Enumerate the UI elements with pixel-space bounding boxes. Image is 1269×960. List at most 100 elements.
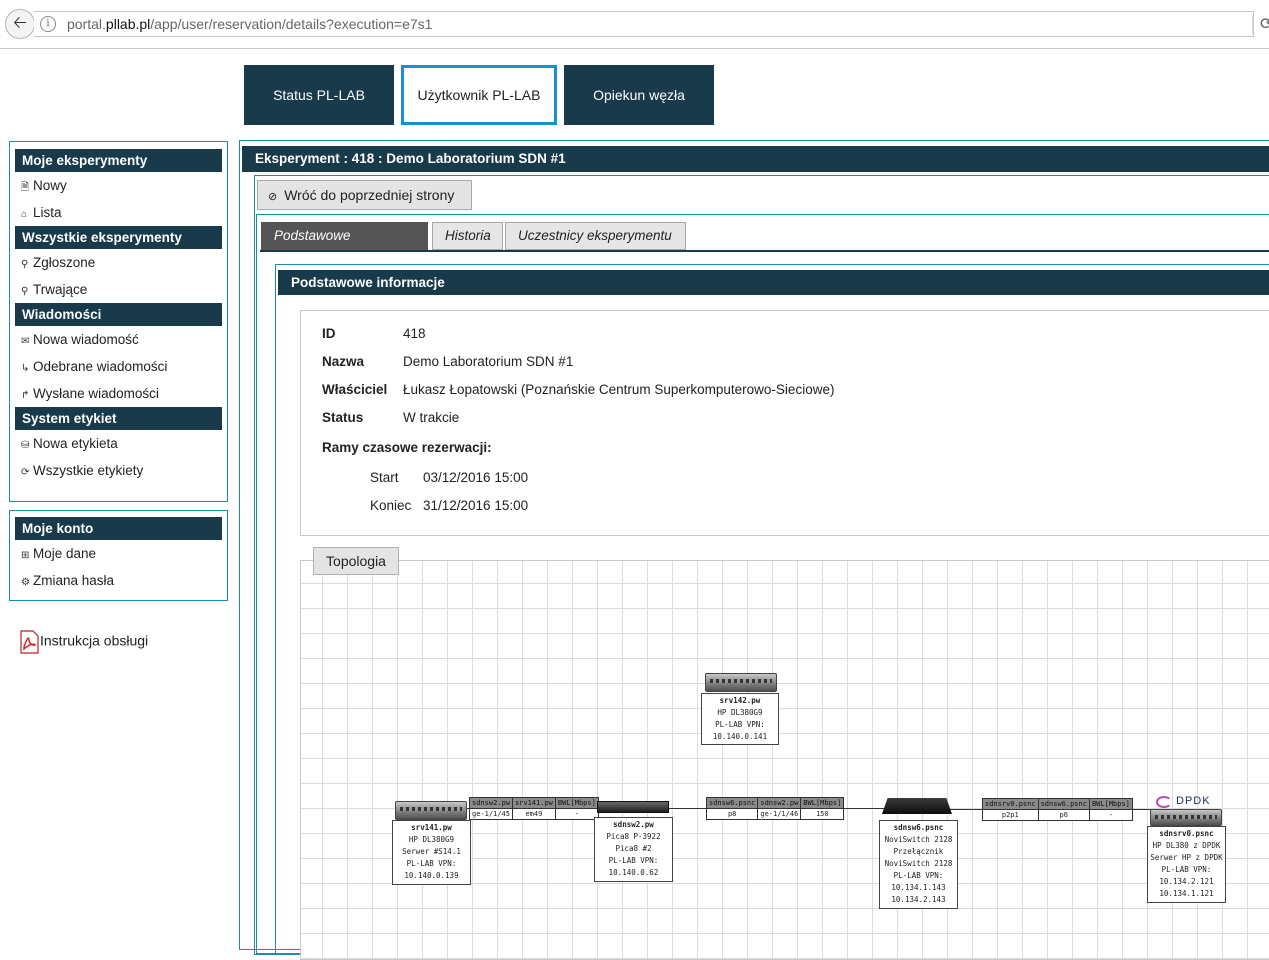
timeframe-label: Ramy czasowe rezerwacji: <box>322 440 492 455</box>
info-icon[interactable]: i <box>40 16 56 32</box>
card-icon: ⊞ <box>21 550 30 561</box>
node-line: 10.140.0.141 <box>712 732 768 741</box>
node-line: NoviSwitch 2128 <box>884 859 953 868</box>
node-name: srv142.pw <box>719 696 761 705</box>
sidebar-item-label: Nowy <box>33 178 67 193</box>
link-value: p6 <box>1037 809 1090 821</box>
node-line: Przełącznik <box>893 847 944 856</box>
sidebar-item-label: Trwające <box>33 282 88 297</box>
sidebar-heading-wszystkie-eksperymenty: Wszystkie eksperymenty <box>15 226 222 249</box>
node-line: 10.134.2.143 <box>891 895 946 904</box>
manual-link[interactable]: Instrukcja obsługi <box>18 630 148 654</box>
sidebar-item-wszystkie-etykiety[interactable]: ⟳ Wszystkie etykiety <box>10 457 227 484</box>
url-text: portal.pllab.pl/app/user/reservation/det… <box>67 16 433 32</box>
home-icon: ⌂ <box>21 209 28 220</box>
link-header: BWL[Mbps] <box>1088 798 1133 810</box>
sidebar-item-wyslane-wiadomosci[interactable]: ↱ Wysłane wiadomości <box>10 380 227 407</box>
owner-label: Właściciel <box>322 382 388 397</box>
sidebar-account-menu: Moje konto ⊞ Moje dane ⚙ Zmiana hasła <box>9 510 228 601</box>
sidebar-item-odebrane-wiadomosci[interactable]: ↳ Odebrane wiadomości <box>10 353 227 380</box>
sidebar-item-nowa-etykieta[interactable]: ⛁ Nowa etykieta <box>10 430 227 457</box>
node-line: HP DL380G9 <box>717 708 763 717</box>
sidebar-item-label: Zgłoszone <box>33 255 96 270</box>
link-header: sdnsrv0.psnc <box>982 798 1039 810</box>
server-icon[interactable] <box>395 801 467 820</box>
sidebar-item-nowy[interactable]: 🗎 Nowy <box>10 172 227 199</box>
tab-historia[interactable]: Historia <box>432 222 503 250</box>
node-line: NoviSwitch 2128 <box>884 835 953 844</box>
back-to-previous-button[interactable]: ⊘ Wróć do poprzedniej strony <box>257 180 472 210</box>
tab-opiekun-wezla[interactable]: Opiekun węzła <box>564 65 714 125</box>
sidebar-item-label: Nowa wiadomość <box>33 332 139 347</box>
link-header: sdnsw6.psnc <box>705 797 759 809</box>
node-name: sdnsrv0.psnc <box>1159 829 1214 838</box>
experiment-title: Eksperyment : 418 : Demo Laboratorium SD… <box>242 146 1269 172</box>
start-label: Start <box>370 470 399 485</box>
sidebar-item-lista[interactable]: ⌂ Lista <box>10 199 227 226</box>
node-sdnsw6[interactable]: sdnsw6.psnc NoviSwitch 2128 Przełącznik … <box>879 820 958 909</box>
sidebar-item-moje-dane[interactable]: ⊞ Moje dane <box>10 540 227 567</box>
link-header: BWL[Mbps] <box>800 797 845 809</box>
ban-icon: ⊘ <box>268 191 278 203</box>
envelope-icon: ✉ <box>21 336 30 347</box>
link-header: srv141.pw <box>511 797 556 809</box>
node-sdnsrv0[interactable]: sdnsrv0.psnc HP DL380 z DPDK Serwer HP z… <box>1147 826 1226 903</box>
node-name: sdnsw2.pw <box>613 820 654 829</box>
name-label: Nazwa <box>322 354 365 369</box>
node-sdnsw2[interactable]: sdnsw2.pw Pica8 P-3922 Pica8 #2 PL-LAB V… <box>594 817 673 882</box>
name-value: Demo Laboratorium SDN #1 <box>403 354 574 369</box>
switch-icon[interactable] <box>597 801 669 813</box>
sidebar-heading-moje-eksperymenty: Moje eksperymenty <box>15 149 222 172</box>
node-name: sdnsw6.psnc <box>893 823 944 832</box>
server-icon[interactable] <box>705 673 777 692</box>
search-icon: ⚲ <box>21 286 29 297</box>
address-bar[interactable]: i portal.pllab.pl/app/user/reservation/d… <box>34 11 1269 37</box>
switch-icon[interactable] <box>882 798 952 814</box>
sidebar-item-zgloszone[interactable]: ⚲ Zgłoszone <box>10 249 227 276</box>
node-line: Pica8 #2 <box>615 844 652 853</box>
link-table-sdnsw6-sdnsw2[interactable]: sdnsw6.psnc sdnsw2.pw BWL[Mbps] p8 ge-1/1/4… <box>705 797 845 820</box>
node-srv142[interactable]: srv142.pw HP DL380G9 PL-LAB VPN: 10.140.… <box>701 693 779 745</box>
sidebar-item-zmiana-hasla[interactable]: ⚙ Zmiana hasła <box>10 567 227 594</box>
node-line: PL-LAB VPN: <box>608 856 659 865</box>
tab-uzytkownik-pl-lab[interactable]: Użytkownik PL-LAB <box>401 65 557 125</box>
link-value: em49 <box>511 808 556 820</box>
topology-button[interactable]: Topologia <box>313 547 399 575</box>
node-line: PL-LAB VPN: <box>893 871 944 880</box>
file-icon: 🗎 <box>21 182 30 193</box>
link-value: 150 <box>800 808 845 820</box>
link-value: - <box>554 808 599 820</box>
node-line: Serwer HP z DPDK <box>1150 853 1223 862</box>
link-table-sdnsrv0-sdnsw6[interactable]: sdnsrv0.psnc sdnsw6.psnc BWL[Mbps] p2p1 p6- <box>982 798 1133 821</box>
dpdk-logo-icon <box>1156 796 1172 808</box>
node-line: 10.140.0.139 <box>404 871 459 880</box>
dpdk-logo: DPDK <box>1176 795 1211 807</box>
tab-podstawowe-informacje[interactable]: Podstawowe informacje <box>261 222 428 269</box>
sidebar-item-nowa-wiadomosc[interactable]: ✉ Nowa wiadomość <box>10 326 227 353</box>
link-header: sdnsw2.pw <box>757 797 802 809</box>
reload-icon[interactable]: ⟳ <box>1260 14 1269 34</box>
id-value: 418 <box>403 326 426 341</box>
arrow-return-icon: ↳ <box>21 363 30 374</box>
back-arrow-icon[interactable]: 🡠 <box>5 9 35 39</box>
sidebar-item-trwajace[interactable]: ⚲ Trwające <box>10 276 227 303</box>
node-line: 10.134.1.121 <box>1159 889 1214 898</box>
tab-status-pl-lab[interactable]: Status PL-LAB <box>244 65 394 125</box>
node-srv141[interactable]: srv141.pw HP DL380G9 Serwer #S14.1 PL-LA… <box>392 820 471 885</box>
server-icon[interactable] <box>1150 809 1222 826</box>
tab-uczestnicy-eksperymentu[interactable]: Uczestnicy eksperymentu <box>505 222 686 250</box>
sidebar-item-label: Lista <box>33 205 62 220</box>
link-value: p8 <box>705 808 759 820</box>
status-label: Status <box>322 410 364 425</box>
browser-toolbar: 🡠 i portal.pllab.pl/app/user/reservation… <box>0 0 1269 49</box>
topology-canvas[interactable] <box>300 560 1269 960</box>
sidebar-menu: Moje eksperymenty 🗎 Nowy ⌂ Lista Wszystkie… <box>9 141 228 502</box>
sidebar-item-label: Nowa etykieta <box>33 436 118 451</box>
sidebar-item-label: Wszystkie etykiety <box>33 463 144 478</box>
node-line: 10.134.2.121 <box>1159 877 1214 886</box>
sidebar-heading-wiadomosci: Wiadomości <box>15 303 222 326</box>
start-value: 03/12/2016 15:00 <box>423 470 529 485</box>
id-label: ID <box>322 326 336 341</box>
sidebar-item-label: Moje dane <box>33 546 97 561</box>
link-table-sdnsw2-srv141[interactable]: sdnsw2.pw srv141.pw BWL[Mbps] ge-1/1/45 em4… <box>469 797 599 820</box>
